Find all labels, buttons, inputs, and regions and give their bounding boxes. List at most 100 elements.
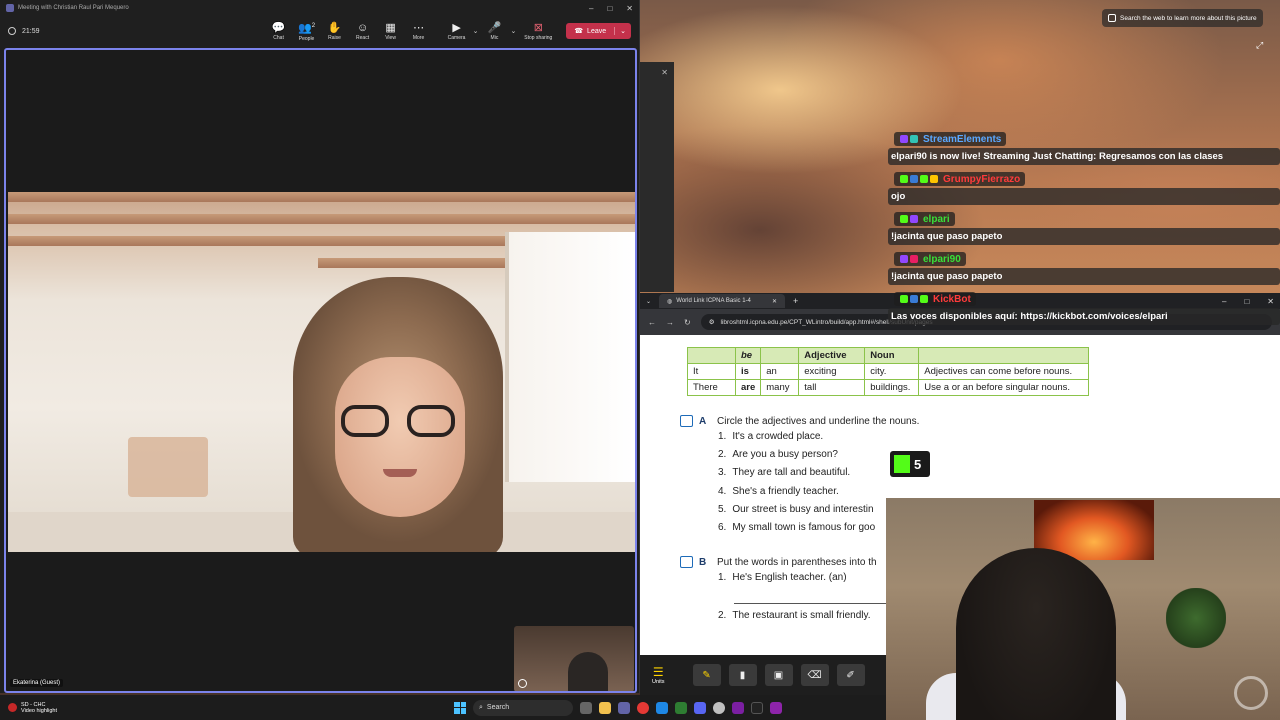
meeting-toolbar: 21:59 💬 Chat 👥2 People ✋ Raise ☺ React ▦ View… <box>0 16 639 46</box>
badge-icon <box>920 175 928 183</box>
close-icon[interactable]: ✕ <box>626 4 633 13</box>
people-icon: 👥2 <box>298 22 316 35</box>
timer-text: 21:59 <box>22 27 40 35</box>
participant-video[interactable] <box>8 192 635 552</box>
kickbot-counter: 5 <box>890 451 930 477</box>
pen-tool-button[interactable]: ✐ <box>836 664 865 686</box>
mic-button[interactable]: 🎤 Mic <box>480 22 508 41</box>
badge-icon <box>900 255 908 263</box>
tiktok-icon[interactable] <box>751 701 763 714</box>
plant <box>1166 588 1226 648</box>
edge-icon[interactable] <box>656 701 668 714</box>
task-view-icon[interactable] <box>580 701 592 714</box>
search-icon: ⌕ <box>479 703 483 711</box>
sticky-note-tool-button[interactable]: ▣ <box>764 664 793 686</box>
app-icon[interactable] <box>770 701 782 714</box>
stop-sharing-button[interactable]: ⊠ Stop sharing <box>518 22 558 41</box>
close-icon[interactable]: ✕ <box>661 68 668 77</box>
search-web-chip[interactable]: Search the web to learn more about this … <box>1102 9 1263 27</box>
taskbar-search[interactable]: ⌕ Search <box>473 699 573 716</box>
taskbar-widget[interactable]: SD - CHC Video highlight <box>0 702 57 714</box>
obs-icon[interactable] <box>713 701 725 714</box>
channel-logo-icon <box>1234 676 1268 710</box>
more-button[interactable]: ⋯ More <box>405 22 433 41</box>
badge-icon <box>910 295 918 303</box>
background-window-fragment: ✕ <box>640 62 674 292</box>
glasses-right-lens <box>407 405 455 437</box>
react-button[interactable]: ☺ React <box>349 22 377 41</box>
leave-options-chevron-icon[interactable]: ⌄ <box>614 27 631 35</box>
chat-message: GrumpyFierrazo ojo <box>888 170 1280 205</box>
list-item[interactable]: 1. It's a crowded place. <box>718 431 919 449</box>
close-tab-icon[interactable]: ✕ <box>772 298 777 305</box>
badge-icon <box>930 175 938 183</box>
answer-line[interactable] <box>734 598 894 605</box>
app-icon[interactable] <box>732 701 744 714</box>
highlighter-tool-button[interactable]: ✎ <box>692 664 721 686</box>
tab-list-chevron-icon[interactable]: ⌄ <box>646 298 651 305</box>
camera-button[interactable]: ▶ Camera <box>443 22 471 41</box>
app-icon[interactable] <box>675 701 687 714</box>
meeting-timer: 21:59 <box>8 27 40 35</box>
windows-start-icon[interactable] <box>454 701 466 714</box>
pencil-icon[interactable] <box>680 556 693 568</box>
file-explorer-icon[interactable] <box>599 701 611 714</box>
exercise-instruction: Circle the adjectives and underline the … <box>717 415 920 427</box>
new-tab-icon[interactable]: + <box>793 296 798 306</box>
badge-icon <box>910 215 918 223</box>
camera-options-chevron-icon[interactable]: ⌄ <box>473 27 479 35</box>
chrome-icon[interactable] <box>637 701 649 714</box>
chat-button[interactable]: 💬 Chat <box>265 22 293 41</box>
badge-icon <box>920 295 928 303</box>
exercise-instruction: Put the words in parentheses into th <box>717 556 877 568</box>
pencil-icon[interactable] <box>680 415 693 427</box>
taskbar: SD - CHC Video highlight ⌕ Search <box>0 695 886 720</box>
eraser-tool-button[interactable]: ⌫ <box>800 664 829 686</box>
leave-button[interactable]: ☎ Leave ⌄ <box>566 23 631 39</box>
chat-message: elpari !jacinta que paso papeto <box>888 210 1280 245</box>
self-view-person <box>568 652 608 691</box>
back-icon[interactable]: ← <box>648 318 656 327</box>
view-button[interactable]: ▦ View <box>377 22 405 41</box>
people-button[interactable]: 👥2 People <box>293 20 321 42</box>
badge-icon <box>910 175 918 183</box>
eraser-icon: ⌫ <box>807 669 822 681</box>
self-view-video[interactable] <box>514 626 634 691</box>
table-row: It is an exciting city. Adjectives can c… <box>687 363 1090 380</box>
badge-icon <box>910 135 918 143</box>
sticky-note-icon: ▣ <box>773 669 784 681</box>
participant-name-tag: Ekaterina (Guest) <box>10 679 64 687</box>
browser-tab-active[interactable]: ◍ World Link ICPNA Basic 1-4 ✕ <box>659 294 786 308</box>
maximize-icon[interactable]: □ <box>607 4 612 13</box>
minimize-icon[interactable]: – <box>589 4 593 13</box>
mic-options-chevron-icon[interactable]: ⌄ <box>510 27 516 35</box>
room-chair <box>128 437 208 497</box>
list-item[interactable]: 2. The restaurant is small friendly. <box>718 610 894 628</box>
more-icon: ⋯ <box>413 21 425 34</box>
ceiling-beam <box>8 192 635 202</box>
streamer-person <box>956 548 1116 720</box>
table-header-row: be Adjective Noun <box>687 347 1090 364</box>
marker-tool-button[interactable]: ▮ <box>728 664 757 686</box>
kick-logo-icon <box>894 455 910 473</box>
widget-icon <box>8 703 17 712</box>
reload-icon[interactable]: ↻ <box>684 318 691 327</box>
camera-icon: ▶ <box>452 21 461 34</box>
discord-icon[interactable] <box>694 701 706 714</box>
chat-icon: 💬 <box>271 21 286 34</box>
chat-message: elpari90 !jacinta que paso papeto <box>888 250 1280 285</box>
teams-logo-icon <box>6 4 14 12</box>
stop-share-icon: ⊠ <box>533 21 543 34</box>
chat-message: StreamElements elpari90 is now live! Str… <box>888 130 1280 165</box>
participant-face <box>335 357 465 517</box>
teams-icon[interactable] <box>618 701 630 714</box>
window-title: Meeting with Christian Raul Pari Mequero <box>18 5 129 11</box>
react-icon: ☺ <box>356 21 369 34</box>
raise-hand-button[interactable]: ✋ Raise <box>321 22 349 41</box>
list-item[interactable]: 1. He's English teacher. (an) <box>718 572 894 590</box>
forward-icon[interactable]: → <box>666 318 674 327</box>
teams-window: Meeting with Christian Raul Pari Mequero… <box>0 0 640 693</box>
expand-icon[interactable]: ⤢ <box>1256 40 1263 51</box>
site-info-icon[interactable]: ⚙ <box>709 318 715 326</box>
units-button[interactable]: ☰ Units <box>652 665 665 685</box>
